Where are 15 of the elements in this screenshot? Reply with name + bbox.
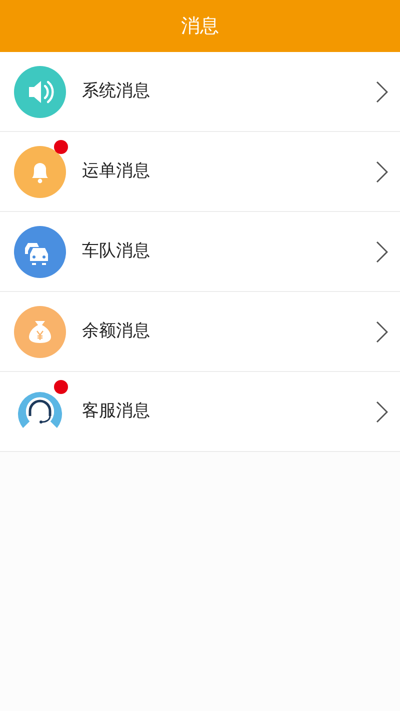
row-label: 车队消息 [82, 240, 151, 263]
bell-icon [14, 146, 66, 198]
chevron-right-icon [376, 320, 388, 342]
row-label: 余额消息 [82, 320, 151, 343]
money-bag-icon [14, 306, 66, 358]
page-title: 消息 [181, 14, 219, 39]
chevron-right-icon [376, 240, 388, 262]
chevron-right-icon [376, 160, 388, 182]
speaker-icon [14, 66, 66, 118]
chevron-right-icon [376, 400, 388, 422]
row-label: 运单消息 [82, 160, 151, 183]
chevron-right-icon [376, 80, 388, 102]
row-label: 客服消息 [82, 400, 151, 423]
cars-icon [14, 226, 66, 278]
row-label: 系统消息 [82, 80, 151, 103]
